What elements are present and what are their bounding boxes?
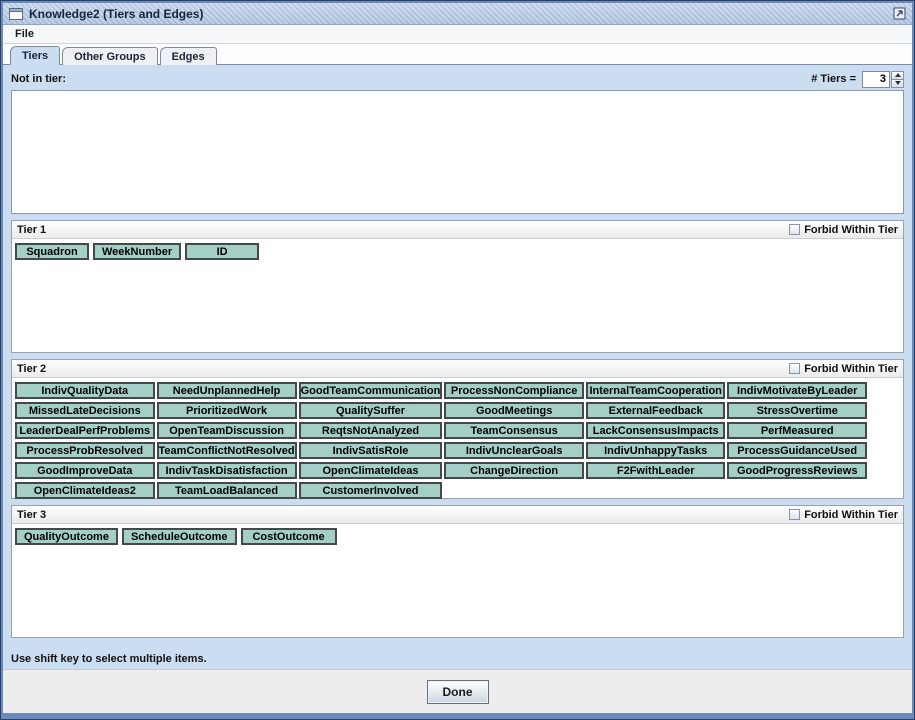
- tier-item[interactable]: ReqtsNotAnalyzed: [299, 422, 443, 439]
- tier-item[interactable]: IndivUnclearGoals: [444, 442, 584, 459]
- tier-2-panel: Tier 2 Forbid Within Tier IndivQualityDa…: [11, 359, 904, 499]
- tier-3-panel: Tier 3 Forbid Within Tier QualityOutcome…: [11, 505, 904, 638]
- tier-item[interactable]: GoodProgressReviews: [727, 462, 867, 479]
- tier-item[interactable]: IndivUnhappyTasks: [586, 442, 726, 459]
- tab-other-groups[interactable]: Other Groups: [62, 47, 158, 65]
- tier-item[interactable]: MissedLateDecisions: [15, 402, 155, 419]
- tier-item[interactable]: QualitySuffer: [299, 402, 443, 419]
- tier-item[interactable]: GoodMeetings: [444, 402, 584, 419]
- tier-3-list[interactable]: QualityOutcomeScheduleOutcomeCostOutcome: [12, 524, 903, 637]
- forbid-within-tier-label: Forbid Within Tier: [804, 224, 898, 236]
- tier-item[interactable]: ExternalFeedback: [586, 402, 726, 419]
- tier-item[interactable]: ScheduleOutcome: [122, 528, 237, 545]
- done-button[interactable]: Done: [427, 680, 489, 704]
- not-in-tier-row: Not in tier: # Tiers =: [11, 70, 904, 88]
- application-window: Knowledge2 (Tiers and Edges) File Tiers …: [0, 0, 915, 720]
- tab-bar: Tiers Other Groups Edges: [3, 44, 912, 65]
- tier-item[interactable]: LackConsensusImpacts: [586, 422, 726, 439]
- status-text: Use shift key to select multiple items.: [11, 653, 207, 665]
- window-frame: Knowledge2 (Tiers and Edges) File Tiers …: [3, 3, 912, 713]
- tier-item[interactable]: ProcessNonCompliance: [444, 382, 584, 399]
- forbid-within-tier-checkbox[interactable]: [789, 509, 800, 520]
- tiers-panel: Not in tier: # Tiers = Tier 1: [3, 65, 912, 669]
- tier-2-header: Tier 2 Forbid Within Tier: [12, 360, 903, 378]
- tier-item[interactable]: StressOvertime: [727, 402, 867, 419]
- forbid-within-tier-label: Forbid Within Tier: [804, 509, 898, 521]
- maximize-icon[interactable]: [893, 7, 906, 20]
- tier-item[interactable]: OpenClimateIdeas2: [15, 482, 155, 499]
- tier-item[interactable]: ProcessGuidanceUsed: [727, 442, 867, 459]
- tier-item[interactable]: WeekNumber: [93, 243, 181, 260]
- tier-item[interactable]: OpenClimateIdeas: [299, 462, 443, 479]
- tier-item[interactable]: QualityOutcome: [15, 528, 118, 545]
- forbid-within-tier-label: Forbid Within Tier: [804, 363, 898, 375]
- forbid-within-tier-checkbox[interactable]: [789, 363, 800, 374]
- tier-3-title: Tier 3: [17, 509, 46, 521]
- tier-item[interactable]: ProcessProbResolved: [15, 442, 155, 459]
- tier-1-forbid-group: Forbid Within Tier: [789, 224, 898, 236]
- tier-3-header: Tier 3 Forbid Within Tier: [12, 506, 903, 524]
- tier-item[interactable]: Squadron: [15, 243, 89, 260]
- tier-item[interactable]: PerfMeasured: [727, 422, 867, 439]
- window-icon: [9, 8, 23, 20]
- menu-file[interactable]: File: [11, 27, 38, 41]
- tier-item[interactable]: CustomerInvolved: [299, 482, 443, 499]
- tier-2-title: Tier 2: [17, 363, 46, 375]
- tier-1-header: Tier 1 Forbid Within Tier: [12, 221, 903, 239]
- title-bar[interactable]: Knowledge2 (Tiers and Edges): [3, 3, 912, 25]
- down-arrow-icon: [895, 81, 901, 85]
- tier-item[interactable]: GoodTeamCommunication: [299, 382, 443, 399]
- tier-item[interactable]: F2FwithLeader: [586, 462, 726, 479]
- tier-item[interactable]: NeedUnplannedHelp: [157, 382, 297, 399]
- tab-tiers[interactable]: Tiers: [10, 46, 60, 65]
- tier-item[interactable]: CostOutcome: [241, 528, 337, 545]
- tier-item[interactable]: LeaderDealPerfProblems: [15, 422, 155, 439]
- tier-2-forbid-group: Forbid Within Tier: [789, 363, 898, 375]
- up-arrow-icon: [895, 73, 901, 77]
- tier-item[interactable]: InternalTeamCooperation: [586, 382, 726, 399]
- tier-2-items: IndivQualityDataNeedUnplannedHelpGoodTea…: [15, 382, 867, 499]
- spinner-down-button[interactable]: [891, 80, 904, 88]
- not-in-tier-label: Not in tier:: [11, 73, 66, 85]
- tier-1-panel: Tier 1 Forbid Within Tier SquadronWeekNu…: [11, 220, 904, 353]
- window-title: Knowledge2 (Tiers and Edges): [29, 7, 887, 21]
- forbid-within-tier-checkbox[interactable]: [789, 224, 800, 235]
- tier-item[interactable]: TeamLoadBalanced: [157, 482, 297, 499]
- tier-item[interactable]: ID: [185, 243, 259, 260]
- tier-item[interactable]: IndivQualityData: [15, 382, 155, 399]
- not-in-tier-list[interactable]: [11, 90, 904, 214]
- tier-item[interactable]: PrioritizedWork: [157, 402, 297, 419]
- spinner-up-button[interactable]: [891, 71, 904, 80]
- tier-item[interactable]: ChangeDirection: [444, 462, 584, 479]
- footer-bar: Done: [3, 669, 912, 713]
- tier-item[interactable]: IndivTaskDisatisfaction: [157, 462, 297, 479]
- tier-item[interactable]: TeamConsensus: [444, 422, 584, 439]
- status-bar: Use shift key to select multiple items.: [11, 648, 904, 669]
- tab-edges[interactable]: Edges: [160, 47, 217, 65]
- tier-item[interactable]: TeamConflictNotResolved: [157, 442, 297, 459]
- tier-3-forbid-group: Forbid Within Tier: [789, 509, 898, 521]
- menu-bar: File: [3, 25, 912, 44]
- tiers-count-label: # Tiers =: [811, 73, 856, 85]
- tier-item[interactable]: GoodImproveData: [15, 462, 155, 479]
- tier-1-list[interactable]: SquadronWeekNumberID: [12, 239, 903, 352]
- tiers-count-spinner: [862, 71, 904, 88]
- tier-item[interactable]: IndivSatisRole: [299, 442, 443, 459]
- tier-2-list[interactable]: IndivQualityDataNeedUnplannedHelpGoodTea…: [12, 378, 903, 498]
- tier-item[interactable]: IndivMotivateByLeader: [727, 382, 867, 399]
- tiers-count-input[interactable]: [862, 71, 890, 88]
- tier-item[interactable]: OpenTeamDiscussion: [157, 422, 297, 439]
- tier-1-title: Tier 1: [17, 224, 46, 236]
- tier-3-items: QualityOutcomeScheduleOutcomeCostOutcome: [15, 528, 900, 545]
- tier-1-items: SquadronWeekNumberID: [15, 243, 900, 260]
